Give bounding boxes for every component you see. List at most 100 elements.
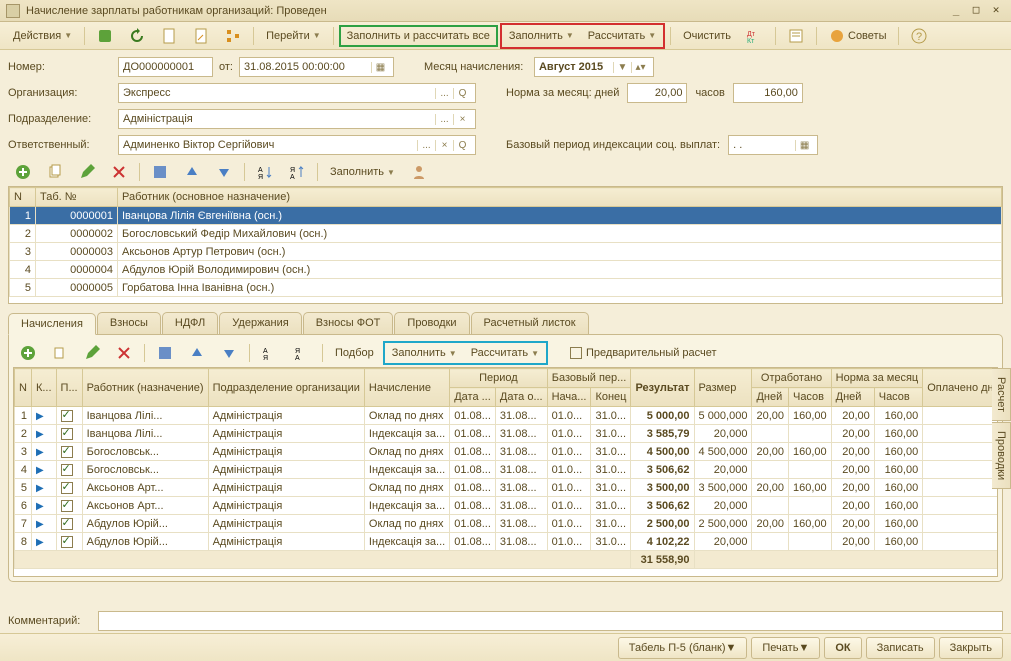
tab-3[interactable]: Удержания — [219, 312, 301, 334]
select-icon[interactable]: ... — [435, 114, 453, 125]
from-input[interactable]: 31.08.2015 00:00:00▦ — [239, 57, 394, 77]
sort-asc-icon[interactable]: АЯ — [255, 343, 285, 363]
vtab-0[interactable]: Расчет — [992, 368, 1011, 421]
down-icon[interactable] — [209, 162, 239, 182]
minimize-button[interactable]: _ — [947, 4, 965, 18]
clear-button[interactable]: Очистить — [676, 25, 738, 47]
dtkt-icon[interactable]: ДтКт — [740, 25, 770, 47]
col-n[interactable]: N — [10, 188, 36, 207]
base-input[interactable]: . .▦ — [728, 135, 818, 155]
col-tab[interactable]: Таб. № — [36, 188, 118, 207]
select-icon[interactable]: ... — [417, 140, 435, 151]
post-icon[interactable] — [90, 25, 120, 47]
save-icon[interactable] — [145, 162, 175, 182]
month-input[interactable]: Август 2015▼▴▾ — [534, 57, 654, 77]
accrual-table[interactable]: N К... П... Работник (назначение) Подраз… — [13, 367, 998, 577]
fill-acc-button[interactable]: Заполнить▼ — [385, 343, 464, 363]
tree-icon[interactable] — [218, 25, 248, 47]
delete-icon[interactable] — [104, 162, 134, 182]
edit-icon[interactable] — [72, 162, 102, 182]
close-doc-button[interactable]: Закрыть — [939, 637, 1003, 659]
report-icon[interactable] — [781, 25, 811, 47]
table-row[interactable]: 30000003Аксьонов Артур Петрович (осн.) — [10, 243, 1002, 261]
sort-desc-icon[interactable]: ЯА — [282, 162, 312, 182]
save-button[interactable]: Записать — [866, 637, 935, 659]
post2-icon[interactable] — [186, 25, 216, 47]
up-icon[interactable] — [182, 343, 212, 363]
calc-button[interactable]: Рассчитать▼ — [581, 25, 663, 47]
open-icon[interactable]: Q — [453, 140, 471, 151]
maximize-button[interactable]: □ — [967, 4, 985, 18]
timesheet-button[interactable]: Табель П-5 (бланк)▼ — [618, 637, 748, 659]
select-button[interactable]: Подбор — [328, 343, 381, 363]
tips-button[interactable]: Советы — [822, 25, 893, 47]
tab-2[interactable]: НДФЛ — [162, 312, 218, 334]
table-row[interactable]: 20000002Богословський Федір Михайлович (… — [10, 225, 1002, 243]
tab-4[interactable]: Взносы ФОТ — [303, 312, 394, 334]
table-row[interactable]: 40000004Абдулов Юрій Володимирович (осн.… — [10, 261, 1002, 279]
doc-icon[interactable] — [154, 25, 184, 47]
tab-5[interactable]: Проводки — [394, 312, 469, 334]
tab-6[interactable]: Расчетный листок — [471, 312, 589, 334]
vertical-tabs: РасчетПроводки — [992, 368, 1011, 490]
employee-table[interactable]: N Таб. № Работник (основное назначение) … — [8, 186, 1003, 304]
add-icon[interactable] — [13, 343, 43, 363]
refresh-icon[interactable] — [122, 25, 152, 47]
spin-icon[interactable]: ▴▾ — [631, 62, 649, 73]
print-button[interactable]: Печать▼ — [751, 637, 820, 659]
sort-asc-icon[interactable]: АЯ — [250, 162, 280, 182]
table-row[interactable]: 1▶Іванцова Лілі...АдміністраціяОклад по … — [15, 407, 999, 425]
save-icon[interactable] — [150, 343, 180, 363]
org-input[interactable]: Экспресс...Q — [118, 83, 476, 103]
table-row[interactable]: 50000005Горбатова Інна Іванівна (осн.) — [10, 279, 1002, 297]
col-worker[interactable]: Работник (основное назначение) — [118, 188, 1002, 207]
down-icon[interactable] — [214, 343, 244, 363]
prelim-checkbox[interactable]: Предварительный расчет — [570, 347, 717, 359]
delete-icon[interactable] — [109, 343, 139, 363]
number-input[interactable]: ДО000000001 — [118, 57, 213, 77]
table-row[interactable]: 5▶Аксьонов Арт...АдміністраціяОклад по д… — [15, 479, 999, 497]
person-icon[interactable] — [404, 162, 434, 182]
tab-1[interactable]: Взносы — [97, 312, 161, 334]
resp-input[interactable]: Админенко Віктор Сергійович...×Q — [118, 135, 476, 155]
ok-button[interactable]: ОК — [824, 637, 861, 659]
calendar-icon[interactable]: ▦ — [795, 140, 813, 151]
table-row[interactable]: 6▶Аксьонов Арт...АдміністраціяІндексація… — [15, 497, 999, 515]
dept-label: Подразделение: — [8, 113, 118, 125]
svg-text:Я: Я — [295, 348, 300, 355]
norm-days-input[interactable]: 20,00 — [627, 83, 687, 103]
table-row[interactable]: 8▶Абдулов Юрій...АдміністраціяІндексація… — [15, 533, 999, 551]
fill-emp-button[interactable]: Заполнить▼ — [323, 162, 402, 182]
go-button[interactable]: Перейти▼ — [259, 25, 328, 47]
dropdown-icon[interactable]: ▼ — [613, 62, 631, 73]
norm-hours-input[interactable]: 160,00 — [733, 83, 803, 103]
copy-icon[interactable] — [40, 162, 70, 182]
footer: Табель П-5 (бланк)▼ Печать▼ ОК Записать … — [0, 633, 1011, 661]
vtab-1[interactable]: Проводки — [992, 422, 1011, 489]
help-icon[interactable]: ? — [904, 25, 934, 47]
close-button[interactable]: ✕ — [987, 4, 1005, 18]
actions-button[interactable]: Действия▼ — [6, 25, 79, 47]
acc-toolbar: АЯ ЯА Подбор Заполнить▼ Рассчитать▼ Пред… — [13, 341, 998, 365]
fill-calc-all-button[interactable]: Заполнить и рассчитать все — [339, 25, 498, 47]
up-icon[interactable] — [177, 162, 207, 182]
fill-button[interactable]: Заполнить▼ — [502, 25, 581, 47]
open-icon[interactable]: Q — [453, 88, 471, 99]
table-row[interactable]: 3▶Богословськ...АдміністраціяОклад по дн… — [15, 443, 999, 461]
copy-icon[interactable] — [45, 343, 75, 363]
clear-icon[interactable]: × — [453, 114, 471, 125]
edit-icon[interactable] — [77, 343, 107, 363]
calc-acc-button[interactable]: Рассчитать▼ — [464, 343, 546, 363]
table-row[interactable]: 10000001Іванцова Лілія Євгеніївна (осн.) — [10, 207, 1002, 225]
table-row[interactable]: 2▶Іванцова Лілі...АдміністраціяІндексаці… — [15, 425, 999, 443]
sort-desc-icon[interactable]: ЯА — [287, 343, 317, 363]
add-icon[interactable] — [8, 162, 38, 182]
table-row[interactable]: 7▶Абдулов Юрій...АдміністраціяОклад по д… — [15, 515, 999, 533]
tab-0[interactable]: Начисления — [8, 313, 96, 335]
dept-input[interactable]: Адміністрація...× — [118, 109, 476, 129]
comment-input[interactable] — [98, 611, 1003, 631]
clear-icon[interactable]: × — [435, 140, 453, 151]
calendar-icon[interactable]: ▦ — [371, 62, 389, 73]
select-icon[interactable]: ... — [435, 88, 453, 99]
table-row[interactable]: 4▶Богословськ...АдміністраціяІндексація … — [15, 461, 999, 479]
